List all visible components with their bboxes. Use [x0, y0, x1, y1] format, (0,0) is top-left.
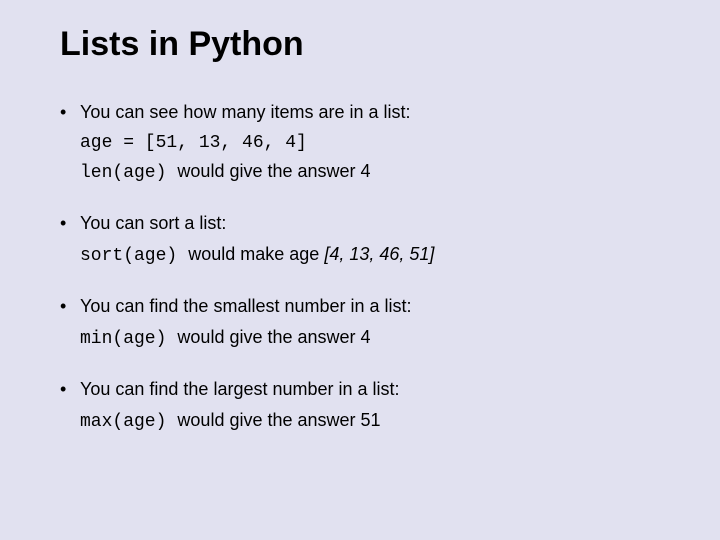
bullet-icon: •	[60, 102, 80, 123]
list-item: • You can sort a list: sort(age) would m…	[60, 213, 660, 266]
bullet-list: • You can see how many items are in a li…	[60, 102, 660, 432]
result-text: would give the answer 51	[172, 410, 380, 430]
lead-text: You can sort a list:	[80, 213, 226, 234]
list-item: • You can find the smallest number in a …	[60, 296, 660, 349]
result-text: would give the answer 4	[172, 161, 370, 181]
bullet-lead: • You can find the smallest number in a …	[60, 296, 660, 317]
slide-title: Lists in Python	[60, 25, 660, 64]
result-line: len(age) would give the answer 4	[60, 161, 660, 183]
bullet-lead: • You can sort a list:	[60, 213, 660, 234]
result-code: min(age)	[80, 329, 166, 349]
bullet-icon: •	[60, 379, 80, 400]
result-code: max(age)	[80, 412, 166, 432]
result-text: would give the answer 4	[172, 327, 370, 347]
result-italic: [4, 13, 46, 51]	[324, 244, 434, 264]
code-line: age = [51, 13, 46, 4]	[60, 133, 660, 153]
result-line: sort(age) would make age [4, 13, 46, 51]	[60, 244, 660, 266]
result-text: would make age	[183, 244, 324, 264]
result-line: min(age) would give the answer 4	[60, 327, 660, 349]
lead-text: You can find the smallest number in a li…	[80, 296, 412, 317]
bullet-icon: •	[60, 213, 80, 234]
bullet-lead: • You can find the largest number in a l…	[60, 379, 660, 400]
list-item: • You can find the largest number in a l…	[60, 379, 660, 432]
list-item: • You can see how many items are in a li…	[60, 102, 660, 183]
bullet-lead: • You can see how many items are in a li…	[60, 102, 660, 123]
result-code: len(age)	[80, 163, 166, 183]
lead-text: You can find the largest number in a lis…	[80, 379, 400, 400]
lead-text: You can see how many items are in a list…	[80, 102, 411, 123]
result-code: sort(age)	[80, 246, 177, 266]
result-line: max(age) would give the answer 51	[60, 410, 660, 432]
bullet-icon: •	[60, 296, 80, 317]
